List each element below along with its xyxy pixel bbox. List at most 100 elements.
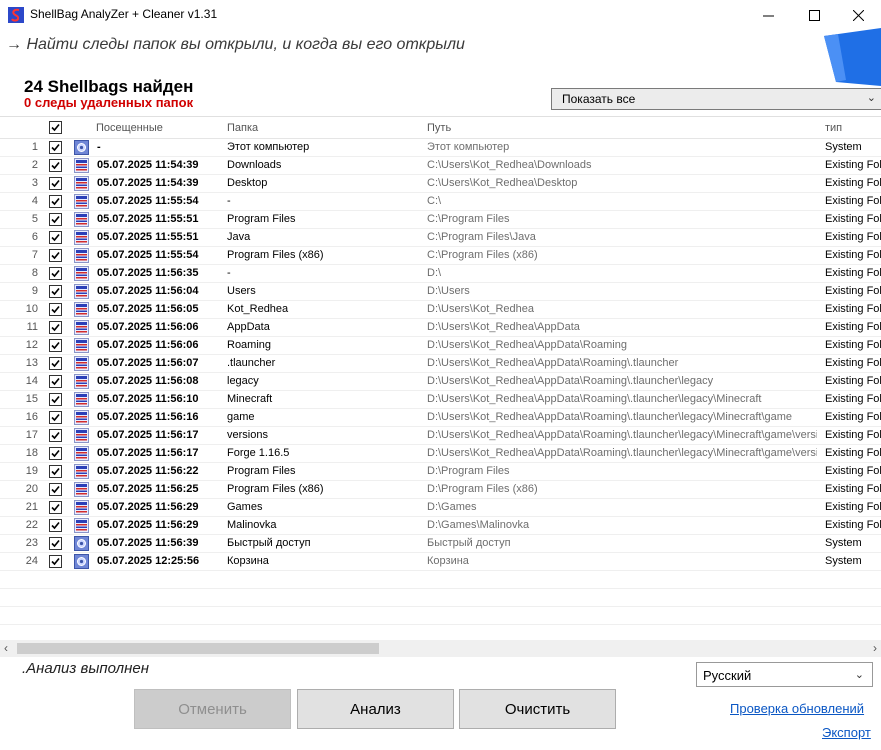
column-header-visited[interactable]: Посещенные bbox=[96, 122, 163, 134]
folder-name: Program Files (x86) bbox=[227, 249, 324, 261]
folder-type: Existing Folder bbox=[825, 195, 881, 207]
language-dropdown[interactable]: Русский ⌄ bbox=[696, 662, 873, 687]
table-row[interactable]: 2 05.07.2025 11:54:39 Downloads C:\Users\Ko… bbox=[0, 157, 881, 175]
visited-date: 05.07.2025 11:56:08 bbox=[97, 375, 199, 387]
row-checkbox[interactable] bbox=[49, 339, 62, 352]
folder-icon bbox=[74, 248, 89, 263]
table-row[interactable]: 6 05.07.2025 11:55:51 Java C:\Program Files… bbox=[0, 229, 881, 247]
column-header-path[interactable]: Путь bbox=[427, 122, 451, 134]
row-checkbox[interactable] bbox=[49, 411, 62, 424]
row-checkbox[interactable] bbox=[49, 177, 62, 190]
folder-icon bbox=[74, 356, 89, 371]
column-header-folder[interactable]: Папка bbox=[227, 122, 258, 134]
app-icon bbox=[8, 7, 24, 23]
folder-type: Existing Folder bbox=[825, 159, 881, 171]
row-checkbox[interactable] bbox=[49, 447, 62, 460]
folder-path: D:\Users\Kot_Redhea\AppData\Roaming\.tla… bbox=[427, 357, 679, 369]
row-checkbox[interactable] bbox=[49, 303, 62, 316]
row-checkbox[interactable] bbox=[49, 357, 62, 370]
folder-name: Desktop bbox=[227, 177, 268, 189]
table-row[interactable]: 15 05.07.2025 11:56:10 Minecraft D:\Users\K… bbox=[0, 391, 881, 409]
empty-row bbox=[0, 571, 881, 589]
empty-row bbox=[0, 589, 881, 607]
table-row[interactable]: 21 05.07.2025 11:56:29 Games D:\Games Existi… bbox=[0, 499, 881, 517]
title-bar: ShellBag AnalyZer + Cleaner v1.31 bbox=[0, 0, 881, 30]
table-row[interactable]: 3 05.07.2025 11:54:39 Desktop C:\Users\Kot_… bbox=[0, 175, 881, 193]
minimize-button[interactable] bbox=[745, 0, 791, 30]
folder-path: D:\Games bbox=[427, 501, 477, 513]
folder-path: D:\Users\Kot_Redhea\AppData\Roaming\.tla… bbox=[427, 375, 714, 387]
row-number: 19 bbox=[25, 465, 38, 477]
table-row[interactable]: 20 05.07.2025 11:56:25 Program Files (x86)… bbox=[0, 481, 881, 499]
check-updates-link[interactable]: Проверка обновлений bbox=[730, 701, 864, 716]
row-checkbox[interactable] bbox=[49, 195, 62, 208]
table-row[interactable]: 16 05.07.2025 11:56:16 game D:\Users\Kot_Re… bbox=[0, 409, 881, 427]
visited-date: 05.07.2025 11:56:25 bbox=[97, 483, 199, 495]
table-row[interactable]: 9 05.07.2025 11:56:04 Users D:\Users Existin… bbox=[0, 283, 881, 301]
analyze-button[interactable]: Анализ bbox=[297, 689, 454, 729]
row-checkbox[interactable] bbox=[49, 501, 62, 514]
table-row[interactable]: 1 - Этот компьютер Этот компьютер System bbox=[0, 139, 881, 157]
column-header-type[interactable]: тип bbox=[825, 122, 842, 134]
row-checkbox[interactable] bbox=[49, 141, 62, 154]
export-link[interactable]: Экспорт bbox=[822, 725, 871, 740]
table-row[interactable]: 12 05.07.2025 11:56:06 Roaming D:\Users\Kot… bbox=[0, 337, 881, 355]
table-row[interactable]: 8 05.07.2025 11:56:35 - D:\ Existing Folder bbox=[0, 265, 881, 283]
row-checkbox[interactable] bbox=[49, 429, 62, 442]
table-row[interactable]: 24 05.07.2025 12:25:56 Корзина Корзина Syste… bbox=[0, 553, 881, 571]
table-row[interactable]: 23 05.07.2025 11:56:39 Быстрый доступ Быстр… bbox=[0, 535, 881, 553]
folder-type: Existing Folder bbox=[825, 267, 881, 279]
cancel-button[interactable]: Отменить bbox=[134, 689, 291, 729]
table-row[interactable]: 17 05.07.2025 11:56:17 versions D:\Users\Ko… bbox=[0, 427, 881, 445]
row-checkbox[interactable] bbox=[49, 555, 62, 568]
table-row[interactable]: 10 05.07.2025 11:56:05 Kot_Redhea D:\Users\… bbox=[0, 301, 881, 319]
select-all-checkbox[interactable] bbox=[49, 121, 62, 134]
table-row[interactable]: 22 05.07.2025 11:56:29 Malinovka D:\Games\M… bbox=[0, 517, 881, 535]
folder-name: Program Files (x86) bbox=[227, 483, 324, 495]
clean-button[interactable]: Очистить bbox=[459, 689, 616, 729]
folder-type: Existing Folder bbox=[825, 447, 881, 459]
row-number: 15 bbox=[25, 393, 38, 405]
folder-path: D:\Users\Kot_Redhea bbox=[427, 303, 534, 315]
folder-type: Existing Folder bbox=[825, 339, 881, 351]
table-row[interactable]: 4 05.07.2025 11:55:54 - C:\ Existing Folder bbox=[0, 193, 881, 211]
row-checkbox[interactable] bbox=[49, 537, 62, 550]
visited-date: 05.07.2025 11:55:51 bbox=[97, 231, 199, 243]
scroll-left-icon[interactable]: ‹ bbox=[4, 641, 8, 655]
folder-path: C:\Program Files\Java bbox=[427, 231, 536, 243]
filter-dropdown[interactable]: Показать все ⌄ bbox=[551, 88, 881, 110]
row-checkbox[interactable] bbox=[49, 267, 62, 280]
row-checkbox[interactable] bbox=[49, 285, 62, 298]
subtitle: → Найти следы папок вы открыли, и когда … bbox=[6, 36, 465, 53]
horizontal-scrollbar[interactable]: ‹ › bbox=[0, 640, 881, 657]
row-checkbox[interactable] bbox=[49, 213, 62, 226]
table-row[interactable]: 11 05.07.2025 11:56:06 AppData D:\Users\Kot… bbox=[0, 319, 881, 337]
folder-type: Existing Folder bbox=[825, 429, 881, 441]
row-checkbox[interactable] bbox=[49, 465, 62, 478]
folder-type: Existing Folder bbox=[825, 519, 881, 531]
row-checkbox[interactable] bbox=[49, 321, 62, 334]
scrollbar-thumb[interactable] bbox=[17, 643, 379, 654]
row-checkbox[interactable] bbox=[49, 231, 62, 244]
table-row[interactable]: 19 05.07.2025 11:56:22 Program Files D:\Pro… bbox=[0, 463, 881, 481]
visited-date: 05.07.2025 11:56:17 bbox=[97, 429, 199, 441]
maximize-button[interactable] bbox=[791, 0, 837, 30]
scroll-right-icon[interactable]: › bbox=[873, 641, 877, 655]
close-button[interactable] bbox=[835, 0, 881, 30]
row-checkbox[interactable] bbox=[49, 249, 62, 262]
folder-path: D:\Users\Kot_Redhea\AppData bbox=[427, 321, 580, 333]
row-checkbox[interactable] bbox=[49, 393, 62, 406]
row-number: 23 bbox=[25, 537, 38, 549]
row-checkbox[interactable] bbox=[49, 375, 62, 388]
visited-date: 05.07.2025 11:56:10 bbox=[97, 393, 199, 405]
table-row[interactable]: 14 05.07.2025 11:56:08 legacy D:\Users\Kot_… bbox=[0, 373, 881, 391]
table-row[interactable]: 5 05.07.2025 11:55:51 Program Files C:\Prog… bbox=[0, 211, 881, 229]
row-checkbox[interactable] bbox=[49, 159, 62, 172]
table-row[interactable]: 13 05.07.2025 11:56:07 .tlauncher D:\Users\… bbox=[0, 355, 881, 373]
row-checkbox[interactable] bbox=[49, 519, 62, 532]
table-row[interactable]: 18 05.07.2025 11:56:17 Forge 1.16.5 D:\User… bbox=[0, 445, 881, 463]
folder-icon bbox=[74, 194, 89, 209]
row-checkbox[interactable] bbox=[49, 483, 62, 496]
table-row[interactable]: 7 05.07.2025 11:55:54 Program Files (x86) C… bbox=[0, 247, 881, 265]
visited-date: 05.07.2025 11:55:54 bbox=[97, 249, 199, 261]
